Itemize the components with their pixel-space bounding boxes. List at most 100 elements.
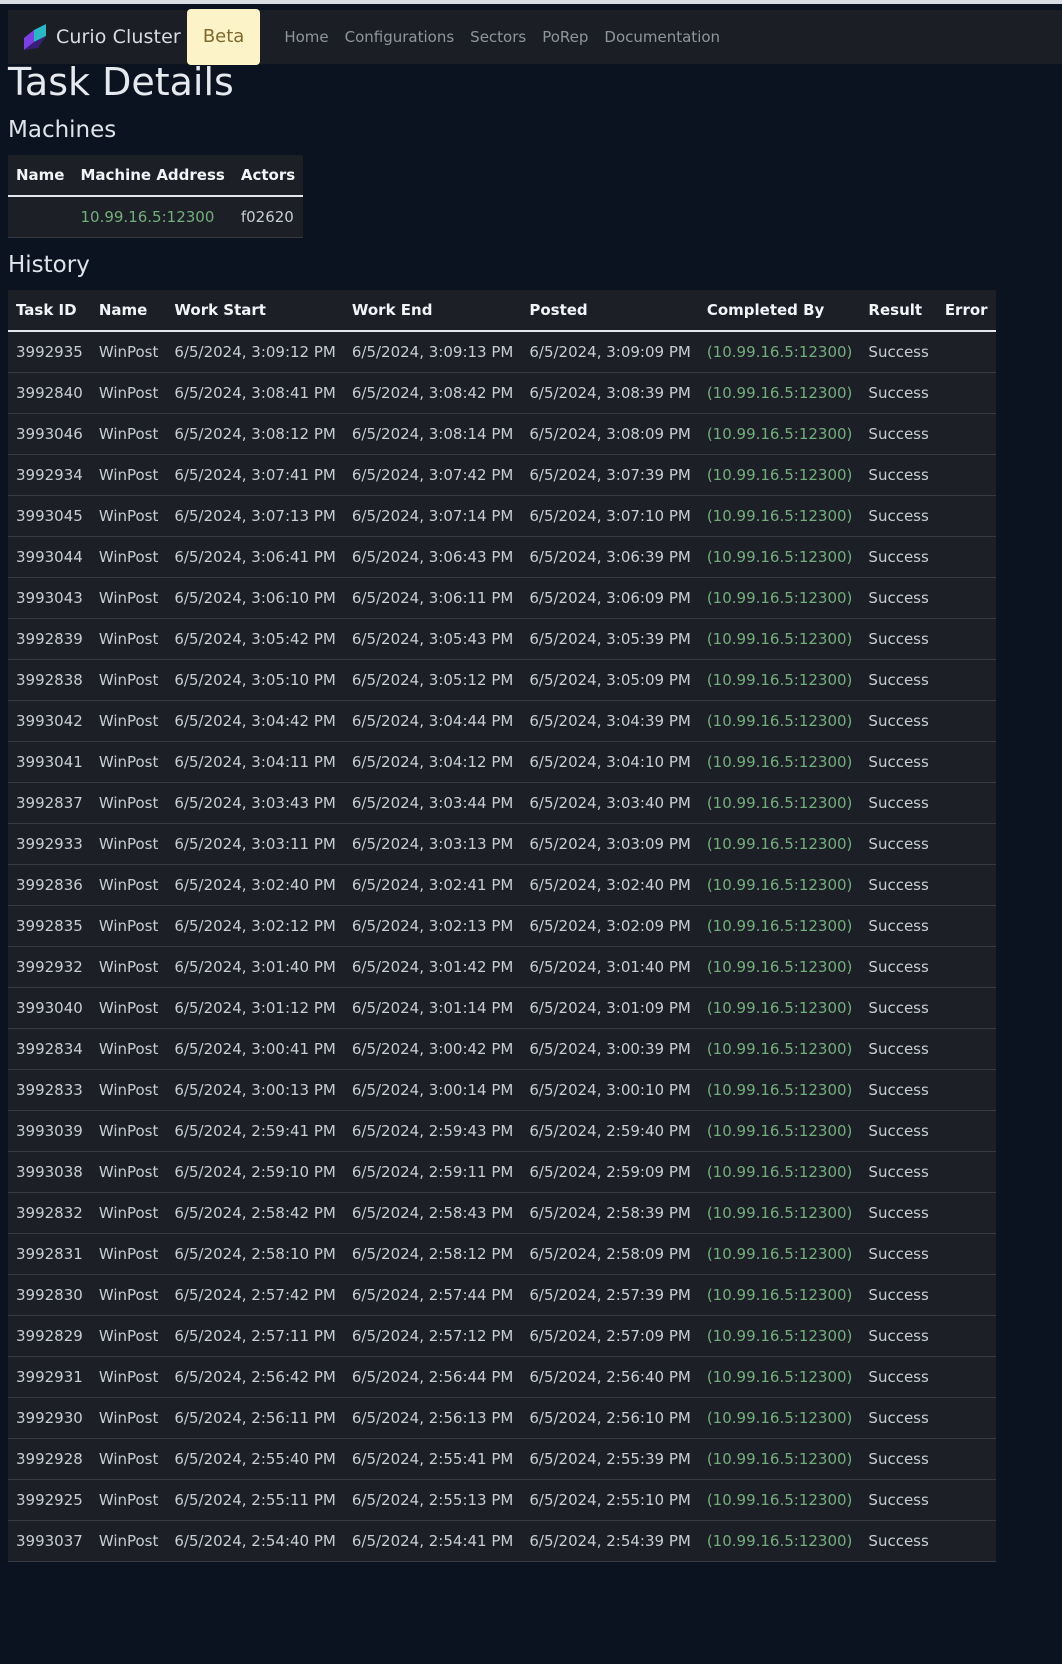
brand[interactable]: Curio Cluster [20, 22, 181, 52]
history-body: 3992935 WinPost 6/5/2024, 3:09:12 PM 6/5/20… [8, 331, 996, 1562]
history-completed-by[interactable]: (10.99.16.5:12300) [698, 1192, 861, 1234]
history-row: 3993038 WinPost 6/5/2024, 2:59:10 PM 6/5/20… [8, 1151, 996, 1193]
nav-link-configurations[interactable]: Configurations [345, 28, 455, 46]
history-completed-by[interactable]: (10.99.16.5:12300) [698, 864, 861, 906]
history-work-end: 6/5/2024, 3:02:41 PM [343, 864, 522, 906]
history-task-name: WinPost [90, 905, 167, 947]
history-row: 3992928 WinPost 6/5/2024, 2:55:40 PM 6/5/20… [8, 1438, 996, 1480]
nav-link-sectors[interactable]: Sectors [470, 28, 526, 46]
history-result: Success [860, 495, 937, 537]
history-result: Success [860, 1069, 937, 1111]
history-completed-by[interactable]: (10.99.16.5:12300) [698, 905, 861, 947]
history-task-name: WinPost [90, 659, 167, 701]
history-task-name: WinPost [90, 618, 167, 660]
history-task-id: 3993038 [8, 1151, 91, 1193]
history-row: 3992930 WinPost 6/5/2024, 2:56:11 PM 6/5/20… [8, 1397, 996, 1439]
history-completed-by[interactable]: (10.99.16.5:12300) [698, 1028, 861, 1070]
history-work-end: 6/5/2024, 3:03:44 PM [343, 782, 522, 824]
history-work-end: 6/5/2024, 3:01:42 PM [343, 946, 522, 988]
history-work-end: 6/5/2024, 2:54:41 PM [343, 1520, 522, 1562]
history-work-start: 6/5/2024, 2:55:40 PM [166, 1438, 344, 1480]
history-posted: 6/5/2024, 2:57:09 PM [521, 1315, 699, 1357]
history-task-name: WinPost [90, 1192, 167, 1234]
history-work-start: 6/5/2024, 2:59:41 PM [166, 1110, 344, 1152]
history-completed-by[interactable]: (10.99.16.5:12300) [698, 331, 861, 373]
history-completed-by[interactable]: (10.99.16.5:12300) [698, 946, 861, 988]
history-task-name: WinPost [90, 823, 167, 865]
machine-name [8, 196, 73, 238]
history-row: 3992831 WinPost 6/5/2024, 2:58:10 PM 6/5/20… [8, 1233, 996, 1275]
history-completed-by[interactable]: (10.99.16.5:12300) [698, 1110, 861, 1152]
history-result: Success [860, 536, 937, 578]
history-posted: 6/5/2024, 2:59:40 PM [521, 1110, 699, 1152]
machine-address-link[interactable]: 10.99.16.5:12300 [72, 196, 233, 238]
history-completed-by[interactable]: (10.99.16.5:12300) [698, 987, 861, 1029]
history-result: Success [860, 741, 937, 783]
history-task-name: WinPost [90, 1397, 167, 1439]
history-task-name: WinPost [90, 577, 167, 619]
history-completed-by[interactable]: (10.99.16.5:12300) [698, 1233, 861, 1275]
history-result: Success [860, 1438, 937, 1480]
history-posted: 6/5/2024, 2:59:09 PM [521, 1151, 699, 1193]
history-col-error: Error [936, 290, 996, 332]
history-completed-by[interactable]: (10.99.16.5:12300) [698, 741, 861, 783]
history-completed-by[interactable]: (10.99.16.5:12300) [698, 1315, 861, 1357]
history-error [936, 905, 996, 947]
history-task-id: 3992837 [8, 782, 91, 824]
history-completed-by[interactable]: (10.99.16.5:12300) [698, 1069, 861, 1111]
nav-link-porep[interactable]: PoRep [542, 28, 588, 46]
history-row: 3993042 WinPost 6/5/2024, 3:04:42 PM 6/5/20… [8, 700, 996, 742]
history-work-end: 6/5/2024, 3:08:14 PM [343, 413, 522, 455]
history-completed-by[interactable]: (10.99.16.5:12300) [698, 618, 861, 660]
history-task-id: 3992931 [8, 1356, 91, 1398]
history-task-id: 3992925 [8, 1479, 91, 1521]
history-completed-by[interactable]: (10.99.16.5:12300) [698, 577, 861, 619]
nav-link-home[interactable]: Home [284, 28, 328, 46]
history-result: Success [860, 1520, 937, 1562]
history-posted: 6/5/2024, 3:07:10 PM [521, 495, 699, 537]
history-completed-by[interactable]: (10.99.16.5:12300) [698, 454, 861, 496]
history-error [936, 1356, 996, 1398]
history-posted: 6/5/2024, 3:03:40 PM [521, 782, 699, 824]
history-work-start: 6/5/2024, 3:09:12 PM [166, 331, 344, 373]
history-completed-by[interactable]: (10.99.16.5:12300) [698, 1356, 861, 1398]
history-result: Success [860, 864, 937, 906]
brand-name: Curio Cluster [56, 26, 181, 48]
history-result: Success [860, 1028, 937, 1070]
history-completed-by[interactable]: (10.99.16.5:12300) [698, 413, 861, 455]
history-task-id: 3993041 [8, 741, 91, 783]
history-work-start: 6/5/2024, 3:07:13 PM [166, 495, 344, 537]
history-completed-by[interactable]: (10.99.16.5:12300) [698, 659, 861, 701]
history-completed-by[interactable]: (10.99.16.5:12300) [698, 536, 861, 578]
history-completed-by[interactable]: (10.99.16.5:12300) [698, 1438, 861, 1480]
history-result: Success [860, 1110, 937, 1152]
history-completed-by[interactable]: (10.99.16.5:12300) [698, 495, 861, 537]
history-completed-by[interactable]: (10.99.16.5:12300) [698, 1151, 861, 1193]
history-work-end: 6/5/2024, 3:08:42 PM [343, 372, 522, 414]
history-completed-by[interactable]: (10.99.16.5:12300) [698, 823, 861, 865]
history-work-end: 6/5/2024, 3:00:42 PM [343, 1028, 522, 1070]
history-error [936, 987, 996, 1029]
history-work-end: 6/5/2024, 3:01:14 PM [343, 987, 522, 1029]
history-task-name: WinPost [90, 700, 167, 742]
history-work-end: 6/5/2024, 3:03:13 PM [343, 823, 522, 865]
history-task-id: 3993039 [8, 1110, 91, 1152]
history-work-end: 6/5/2024, 2:56:13 PM [343, 1397, 522, 1439]
history-result: Success [860, 413, 937, 455]
history-completed-by[interactable]: (10.99.16.5:12300) [698, 1274, 861, 1316]
nav-link-documentation[interactable]: Documentation [604, 28, 720, 46]
history-task-id: 3993044 [8, 536, 91, 578]
history-completed-by[interactable]: (10.99.16.5:12300) [698, 1479, 861, 1521]
history-result: Success [860, 372, 937, 414]
history-row: 3992835 WinPost 6/5/2024, 3:02:12 PM 6/5/20… [8, 905, 996, 947]
history-result: Success [860, 905, 937, 947]
history-completed-by[interactable]: (10.99.16.5:12300) [698, 372, 861, 414]
history-error [936, 1274, 996, 1316]
history-task-name: WinPost [90, 454, 167, 496]
history-completed-by[interactable]: (10.99.16.5:12300) [698, 782, 861, 824]
history-completed-by[interactable]: (10.99.16.5:12300) [698, 1520, 861, 1562]
history-row: 3993044 WinPost 6/5/2024, 3:06:41 PM 6/5/20… [8, 536, 996, 578]
history-completed-by[interactable]: (10.99.16.5:12300) [698, 700, 861, 742]
history-completed-by[interactable]: (10.99.16.5:12300) [698, 1397, 861, 1439]
history-posted: 6/5/2024, 3:05:39 PM [521, 618, 699, 660]
